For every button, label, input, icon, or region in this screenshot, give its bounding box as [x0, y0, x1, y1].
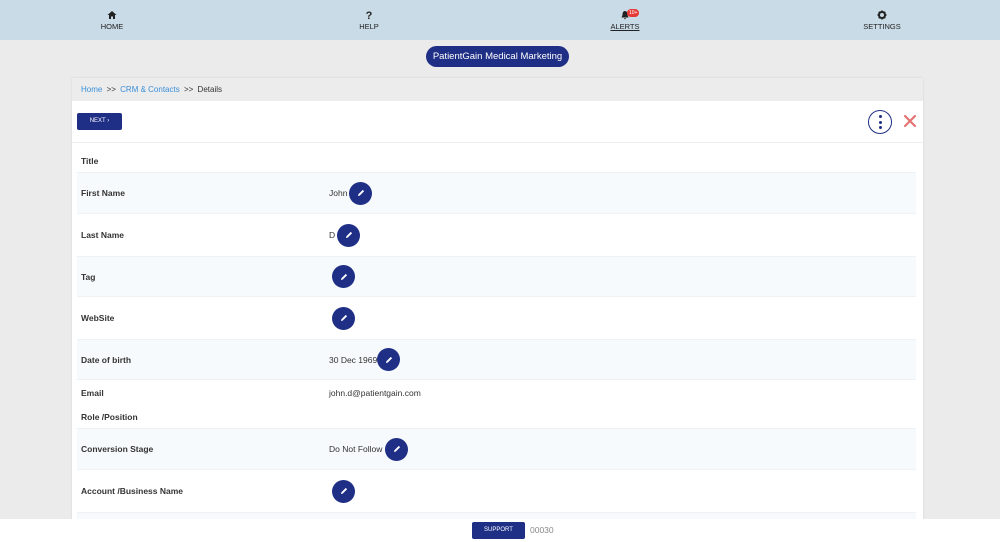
edit-button[interactable] — [332, 306, 355, 330]
footer: SUPPORT 00030 — [0, 519, 1000, 542]
field-row: Last Name D — [77, 214, 916, 256]
breadcrumb-crm[interactable]: CRM & Contacts — [120, 85, 180, 94]
pencil-icon — [357, 189, 365, 196]
field-label: Conversion Stage — [81, 444, 154, 454]
field-label: Date of birth — [81, 354, 132, 365]
field-label: Role /Position — [81, 411, 138, 422]
field-row: Conversion Stage Do Not Follow — [77, 428, 916, 470]
field-value: John — [329, 188, 348, 198]
field-value: 30 Dec 1969 — [329, 354, 378, 365]
pencil-icon — [340, 273, 347, 280]
field-label: Title — [81, 155, 99, 166]
close-icon — [903, 114, 917, 128]
brand-pill[interactable]: PatientGain Medical Marketing — [426, 46, 569, 67]
pencil-icon — [345, 231, 352, 238]
field-label: Tag — [81, 271, 96, 282]
nav-alerts[interactable]: 10+ ALERTS — [580, 9, 670, 31]
dot-icon — [878, 115, 882, 118]
edit-button[interactable] — [337, 223, 361, 247]
nav-help[interactable]: ? HELP — [324, 10, 414, 31]
field-label: Email — [81, 387, 104, 398]
field-value-wrap — [329, 479, 355, 503]
pencil-icon — [340, 314, 347, 321]
close-button[interactable] — [902, 113, 918, 129]
field-value-wrap: John — [329, 181, 373, 205]
nav-alerts-label: ALERTS — [610, 22, 640, 31]
details-list: Title First Name John Last Name D Tag We… — [77, 149, 916, 532]
breadcrumb: Home >> CRM & Contacts >> Details — [72, 78, 923, 101]
edit-button[interactable] — [385, 437, 409, 461]
field-label: WebSite — [81, 313, 115, 323]
nav-home-label: HOME — [100, 22, 124, 31]
field-label: Last Name — [81, 230, 124, 240]
edit-button[interactable] — [377, 348, 401, 371]
field-row: Title — [77, 149, 916, 172]
field-row: Role /Position — [77, 405, 916, 428]
details-card: Home >> CRM & Contacts >> Details NEXT ›… — [72, 78, 923, 542]
bell-icon — [580, 10, 670, 22]
field-value-wrap: 30 Dec 1969 — [329, 348, 401, 371]
breadcrumb-separator: >> — [106, 85, 116, 94]
field-label: Account /Business Name — [81, 486, 184, 496]
field-row: Account /Business Name — [77, 470, 916, 512]
field-value-wrap — [329, 265, 355, 288]
field-row: Date of birth 30 Dec 1969 — [77, 339, 916, 380]
dot-icon — [878, 120, 882, 124]
toolbar: NEXT › — [72, 101, 923, 143]
field-value-wrap: D — [329, 223, 361, 247]
field-row: WebSite — [77, 297, 916, 339]
nav-settings-label: SETTINGS — [863, 22, 901, 31]
field-value-wrap — [329, 306, 355, 330]
field-value: Do Not Follow — [329, 444, 383, 454]
support-button[interactable]: SUPPORT — [472, 522, 525, 539]
home-icon — [67, 10, 157, 22]
pencil-icon — [340, 487, 347, 494]
breadcrumb-current: Details — [197, 85, 222, 94]
field-value-wrap: Do Not Follow — [329, 437, 409, 461]
nav-settings[interactable]: SETTINGS — [837, 10, 927, 31]
field-value: john.d@patientgain.com — [329, 387, 421, 398]
alerts-badge: 10+ — [627, 9, 640, 17]
edit-button[interactable] — [349, 181, 373, 205]
question-icon: ? — [365, 10, 373, 22]
dot-icon — [878, 126, 882, 129]
breadcrumb-home[interactable]: Home — [81, 85, 102, 94]
field-row: Email john.d@patientgain.com — [77, 380, 916, 405]
pencil-icon — [393, 445, 400, 452]
next-button[interactable]: NEXT › — [77, 113, 122, 130]
nav-help-label: HELP — [359, 22, 379, 31]
more-options-button[interactable] — [868, 110, 892, 134]
top-nav: HOME ? HELP 10+ ALERTS SETTINGS — [0, 0, 1000, 40]
breadcrumb-separator: >> — [183, 85, 194, 94]
gear-icon — [837, 10, 927, 22]
field-value: D — [329, 230, 336, 240]
edit-button[interactable] — [332, 479, 355, 503]
pencil-icon — [385, 356, 392, 363]
field-row: First Name John — [77, 172, 916, 214]
field-label: First Name — [81, 188, 125, 198]
edit-button[interactable] — [332, 265, 355, 288]
footer-code: 00030 — [530, 525, 554, 535]
nav-home[interactable]: HOME — [67, 10, 157, 31]
field-row: Tag — [77, 256, 916, 297]
